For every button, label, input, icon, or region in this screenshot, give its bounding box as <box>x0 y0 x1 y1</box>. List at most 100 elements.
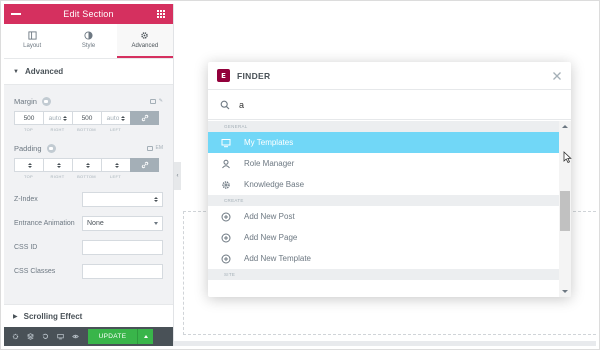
advanced-controls: Margin ✎ 500 auto 500 auto TOP RIGHT BOT… <box>4 96 173 279</box>
responsive-mode-icon[interactable] <box>53 327 68 346</box>
result-my-templates[interactable]: My Templates <box>208 132 559 153</box>
mouse-cursor-icon <box>563 151 572 163</box>
margin-label: Margin <box>14 96 37 106</box>
responsive-desktop-icon[interactable] <box>46 143 56 153</box>
search-icon <box>220 100 230 109</box>
margin-captions: TOP RIGHT BOTTOM LEFT <box>23 127 121 132</box>
padding-top-input[interactable] <box>14 158 43 172</box>
close-icon[interactable] <box>551 70 562 81</box>
link-icon <box>141 161 148 169</box>
panel-collapse-button[interactable]: ‹ <box>174 162 181 190</box>
finder-results: GENERAL My Templates Role Manager Knowle… <box>208 121 559 297</box>
tab-layout[interactable]: Layout <box>4 24 60 58</box>
settings-icon[interactable] <box>8 327 23 346</box>
unit-selector[interactable]: ✎ <box>159 98 163 104</box>
monitor-icon <box>149 98 156 104</box>
tab-advanced-label: Advanced <box>131 43 159 49</box>
style-icon <box>84 31 93 40</box>
padding-unit[interactable]: EM <box>156 145 164 151</box>
chevron-left-icon: ‹ <box>176 173 179 179</box>
preview-eye-icon[interactable] <box>68 327 83 346</box>
entrance-animation-row: Entrance Animation None <box>14 216 163 231</box>
result-label: Add New Post <box>244 212 295 221</box>
margin-right-input[interactable]: auto <box>43 111 72 125</box>
chevron-up-icon <box>143 335 148 338</box>
update-button[interactable]: UPDATE <box>88 329 137 344</box>
css-classes-row: CSS Classes <box>14 264 163 279</box>
padding-label: Padding <box>14 143 42 153</box>
result-knowledge-base[interactable]: Knowledge Base <box>208 174 559 195</box>
monitor-icon <box>146 145 153 151</box>
scrollbar-thumb[interactable] <box>560 191 570 231</box>
gear-icon <box>141 32 149 39</box>
panel-tabs: Layout Style Advanced <box>4 24 173 59</box>
user-icon <box>220 158 231 169</box>
widgets-grid-icon[interactable] <box>156 9 166 19</box>
margin-bottom-input[interactable]: 500 <box>72 111 101 125</box>
history-icon[interactable] <box>38 327 53 346</box>
padding-control-header: Padding EM <box>14 143 163 153</box>
responsive-desktop-icon[interactable] <box>41 96 51 106</box>
result-label: Role Manager <box>244 159 295 168</box>
css-id-row: CSS ID <box>14 240 163 255</box>
panel-header: Edit Section <box>4 4 173 24</box>
result-label: Add New Page <box>244 233 298 242</box>
category-general: GENERAL <box>208 121 559 132</box>
margin-control-header: Margin ✎ <box>14 96 163 106</box>
section-advanced-title: Advanced <box>24 67 64 76</box>
entrance-animation-select[interactable]: None <box>82 216 163 231</box>
margin-top-input[interactable]: 500 <box>14 111 43 125</box>
link-values-button[interactable] <box>130 158 159 172</box>
css-classes-label: CSS Classes <box>14 268 56 275</box>
tab-advanced[interactable]: Advanced <box>116 24 173 58</box>
result-add-new-post[interactable]: Add New Post <box>208 206 559 227</box>
padding-right-input[interactable] <box>43 158 72 172</box>
z-index-row: Z-Index <box>14 192 163 207</box>
result-label: My Templates <box>244 138 294 147</box>
category-create: CREATE <box>208 195 559 206</box>
finder-modal: E FINDER GENERAL My Templates Role Manag… <box>208 62 571 297</box>
scroll-up-icon[interactable] <box>562 125 568 128</box>
z-index-input[interactable] <box>82 192 163 207</box>
plus-circle-icon <box>220 253 231 264</box>
scroll-down-icon[interactable] <box>562 290 568 293</box>
link-icon <box>141 114 148 122</box>
canvas-bottom-bar <box>174 341 596 346</box>
tab-style[interactable]: Style <box>60 24 116 58</box>
monitor-icon <box>220 137 231 148</box>
css-id-label: CSS ID <box>14 244 38 251</box>
finder-title: FINDER <box>237 70 271 81</box>
save-options-button[interactable] <box>137 329 153 344</box>
section-advanced-toggle[interactable]: ▼ Advanced <box>4 59 173 85</box>
editor-panel: Edit Section Layout Style Advanced ▼ Adv… <box>4 4 174 346</box>
result-add-new-page[interactable]: Add New Page <box>208 227 559 248</box>
caret-down-icon: ▼ <box>13 68 19 75</box>
finder-search-input[interactable] <box>239 99 489 110</box>
result-add-new-template[interactable]: Add New Template <box>208 248 559 269</box>
css-id-input[interactable] <box>82 240 163 255</box>
finder-header: E FINDER <box>208 62 571 90</box>
section-scrolling-toggle[interactable]: ▶ Scrolling Effect <box>4 304 173 328</box>
margin-left-input[interactable]: auto <box>101 111 130 125</box>
padding-captions: TOP RIGHT BOTTOM LEFT <box>23 174 121 179</box>
layout-icon <box>28 31 37 40</box>
padding-bottom-input[interactable] <box>72 158 101 172</box>
css-classes-input[interactable] <box>82 264 163 279</box>
gear-icon <box>220 179 231 190</box>
padding-left-input[interactable] <box>101 158 130 172</box>
chevron-down-icon <box>154 222 158 225</box>
caret-right-icon: ▶ <box>13 314 18 320</box>
entrance-animation-label: Entrance Animation <box>14 220 75 227</box>
tab-layout-label: Layout <box>23 43 42 49</box>
category-site: SITE <box>208 269 559 280</box>
tab-style-label: Style <box>81 43 96 49</box>
elementor-logo-icon: E <box>217 69 230 82</box>
finder-scrollbar[interactable] <box>559 121 571 297</box>
result-role-manager[interactable]: Role Manager <box>208 153 559 174</box>
plus-circle-icon <box>220 232 231 243</box>
navigator-icon[interactable] <box>23 327 38 346</box>
link-values-button[interactable] <box>130 111 159 125</box>
padding-inputs <box>14 158 163 172</box>
hamburger-menu-icon[interactable] <box>11 9 21 19</box>
margin-inputs: 500 auto 500 auto <box>14 111 163 125</box>
